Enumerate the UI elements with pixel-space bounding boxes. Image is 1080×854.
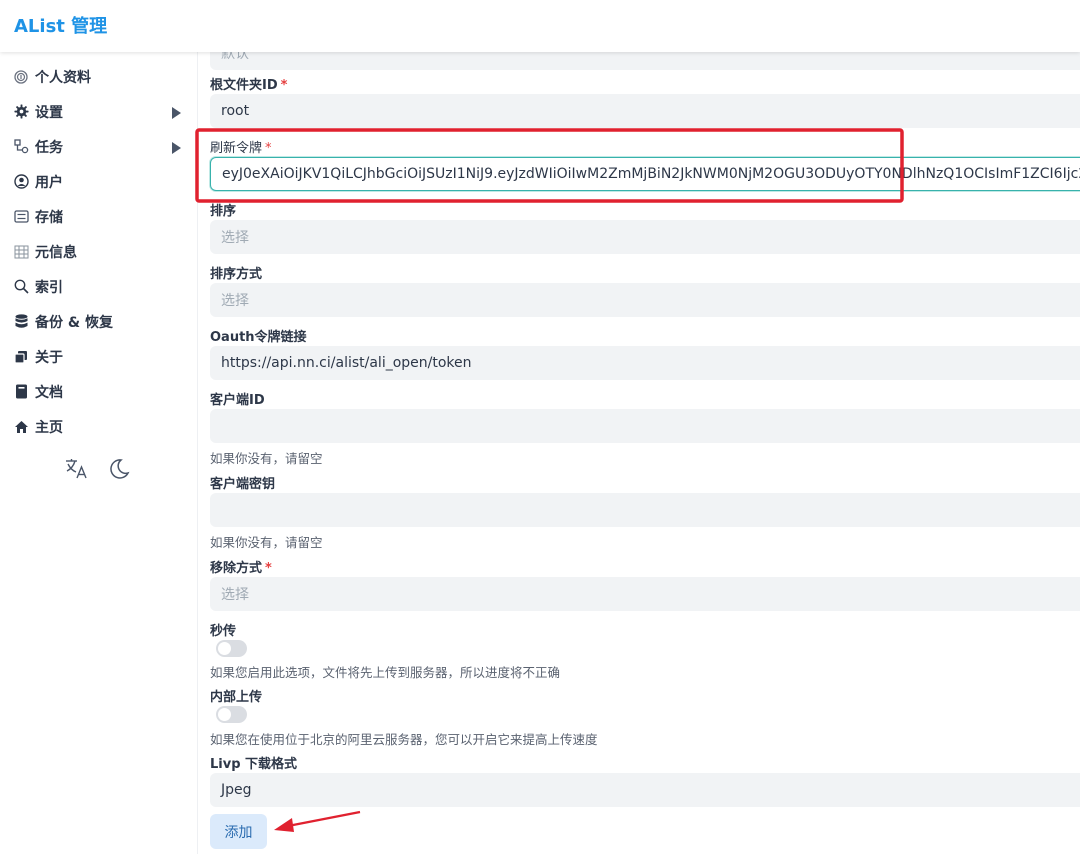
user-circle-icon bbox=[13, 174, 29, 190]
remove-way-label: 移除方式 * bbox=[210, 561, 272, 576]
internal-upload-help: 如果您在使用位于北京的阿里云服务器，您可以开启它来提高上传速度 bbox=[210, 732, 598, 747]
sidebar-item-label: 设置 bbox=[35, 104, 63, 121]
client-secret-label: 客户端密钥 bbox=[210, 477, 276, 492]
sidebar-item-home[interactable]: 主页 bbox=[0, 409, 198, 444]
refresh-token-input[interactable]: eyJ0eXAiOiJKV1QiLCJhbGciOiJSUzI1NiJ9.eyJ… bbox=[210, 157, 1080, 191]
tasks-icon bbox=[13, 139, 29, 155]
sidebar-item-about[interactable]: 关于 bbox=[0, 339, 198, 374]
sidebar-item-backup-restore[interactable]: 备份 & 恢复 bbox=[0, 304, 198, 339]
chevron-right-icon bbox=[170, 105, 182, 119]
oauth-url-input[interactable]: https://api.nn.ci/alist/ali_open/token bbox=[210, 346, 1080, 380]
sidebar-item-label: 存储 bbox=[35, 209, 63, 226]
app-title[interactable]: AList 管理 bbox=[14, 12, 107, 38]
internal-upload-toggle[interactable] bbox=[216, 706, 247, 723]
fingerprint-icon bbox=[13, 69, 29, 85]
storage-icon bbox=[13, 209, 29, 225]
refresh-token-label: 刷新令牌 * bbox=[210, 141, 272, 156]
remove-way-select[interactable]: 选择 bbox=[210, 577, 1080, 611]
sidebar-item-label: 用户 bbox=[35, 174, 63, 191]
livp-format-label: Livp 下载格式 bbox=[210, 757, 298, 772]
sidebar-item-docs[interactable]: 文档 bbox=[0, 374, 198, 409]
gear-icon bbox=[13, 104, 29, 120]
livp-format-select[interactable]: Jpeg bbox=[210, 773, 1080, 807]
sidebar-item-label: 备份 & 恢复 bbox=[35, 314, 113, 331]
sidebar-item-profile[interactable]: 个人资料 bbox=[0, 59, 198, 94]
chevron-right-icon bbox=[170, 140, 182, 154]
top-header: AList 管理 bbox=[0, 0, 1080, 52]
sidebar-item-users[interactable]: 用户 bbox=[0, 164, 198, 199]
sidebar-item-label: 个人资料 bbox=[35, 69, 91, 86]
rapid-upload-toggle[interactable] bbox=[216, 640, 247, 657]
metadata-icon bbox=[13, 244, 29, 260]
client-secret-input[interactable] bbox=[210, 493, 1080, 527]
root-folder-label: 根文件夹ID * bbox=[210, 78, 288, 93]
internal-upload-label: 内部上传 bbox=[210, 690, 263, 705]
sidebar-item-tasks[interactable]: 任务 bbox=[0, 129, 198, 164]
order-by-select[interactable]: 选择 bbox=[210, 220, 1080, 254]
moon-icon[interactable] bbox=[106, 456, 132, 482]
partial-select-field[interactable]: 默认 bbox=[210, 52, 1080, 70]
sidebar: 个人资料 设置 任务 用户 存储 元信息 索引 备份 & 恢复 关于 文档 主页 bbox=[0, 52, 198, 854]
toggle-knob bbox=[218, 708, 231, 721]
add-button[interactable]: 添加 bbox=[210, 814, 267, 849]
oauth-url-label: Oauth令牌链接 bbox=[210, 330, 307, 345]
sidebar-item-label: 主页 bbox=[35, 419, 63, 436]
client-id-label: 客户端ID bbox=[210, 393, 265, 408]
sidebar-item-settings[interactable]: 设置 bbox=[0, 94, 198, 129]
toggle-knob bbox=[218, 642, 231, 655]
sidebar-item-label: 关于 bbox=[35, 349, 63, 366]
root-folder-input[interactable]: root bbox=[210, 94, 1080, 128]
book-icon bbox=[13, 384, 29, 400]
database-icon bbox=[13, 314, 29, 330]
rapid-upload-help: 如果您启用此选项，文件将先上传到服务器，所以进度将不正确 bbox=[210, 665, 561, 680]
search-icon bbox=[13, 279, 29, 295]
sidebar-item-label: 元信息 bbox=[35, 244, 77, 261]
order-direction-label: 排序方式 bbox=[210, 267, 263, 282]
client-id-help: 如果你没有，请留空 bbox=[210, 451, 323, 466]
sidebar-item-label: 索引 bbox=[35, 279, 63, 296]
sidebar-item-metadata[interactable]: 元信息 bbox=[0, 234, 198, 269]
client-id-input[interactable] bbox=[210, 409, 1080, 443]
home-icon bbox=[13, 419, 29, 435]
client-secret-help: 如果你没有，请留空 bbox=[210, 535, 323, 550]
storage-form: 默认 根文件夹ID * root 刷新令牌 * eyJ0eXAiOiJKV1QiLC… bbox=[198, 52, 1080, 854]
sidebar-item-label: 任务 bbox=[35, 139, 63, 156]
sidebar-item-index[interactable]: 索引 bbox=[0, 269, 198, 304]
sidebar-item-storage[interactable]: 存储 bbox=[0, 199, 198, 234]
copy-icon bbox=[13, 349, 29, 365]
rapid-upload-label: 秒传 bbox=[210, 624, 237, 639]
translate-icon[interactable] bbox=[64, 456, 90, 482]
order-direction-select[interactable]: 选择 bbox=[210, 283, 1080, 317]
sidebar-item-label: 文档 bbox=[35, 384, 63, 401]
order-by-label: 排序 bbox=[210, 204, 237, 219]
